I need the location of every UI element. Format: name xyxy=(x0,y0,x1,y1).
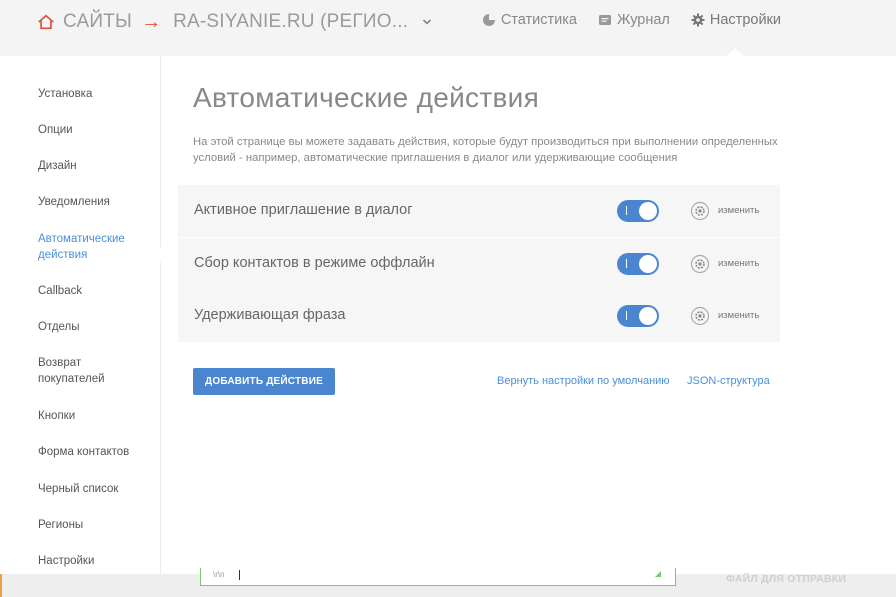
top-nav: Статистика Журнал Настройки xyxy=(461,12,781,28)
nav-journal-label: Журнал xyxy=(616,12,670,28)
chat-icon xyxy=(598,15,611,25)
edit-link[interactable]: изменить xyxy=(718,310,759,321)
toggle-knob xyxy=(639,255,657,273)
sites-link[interactable]: САЙТЫ xyxy=(63,11,132,33)
sidebar-item-design[interactable]: Дизайн xyxy=(38,158,148,174)
sidebar-item-buttons[interactable]: Кнопки xyxy=(38,408,148,424)
gear-icon[interactable] xyxy=(690,201,710,221)
edit-link[interactable]: изменить xyxy=(718,258,759,269)
sidebar-active-pointer xyxy=(153,247,161,263)
main-panel: Автоматические действия На этой странице… xyxy=(153,56,896,574)
page-title: Автоматические действия xyxy=(193,82,540,113)
nav-statistics[interactable]: Статистика xyxy=(482,12,577,28)
pie-chart-icon xyxy=(482,14,495,26)
nav-active-pointer xyxy=(726,48,744,56)
sidebar: Установка Опции Дизайн Уведомления Автом… xyxy=(0,56,161,574)
toggle-knob xyxy=(639,307,657,325)
sidebar-item-departments[interactable]: Отделы xyxy=(38,319,148,335)
add-action-button[interactable]: ДОБАВИТЬ ДЕЙСТВИЕ xyxy=(193,368,335,395)
chevron-down-icon[interactable] xyxy=(422,17,432,27)
edit-link[interactable]: изменить xyxy=(718,205,759,216)
nav-statistics-label: Статистика xyxy=(500,12,577,28)
sidebar-item-options[interactable]: Опции xyxy=(38,122,148,138)
toggle-knob xyxy=(639,202,657,220)
action-row: Удерживающая фраза изменить xyxy=(178,290,780,342)
sidebar-item-install[interactable]: Установка xyxy=(38,86,148,102)
reset-defaults-link[interactable]: Вернуть настройки по умолчанию xyxy=(497,375,670,387)
action-toggle[interactable] xyxy=(617,305,659,327)
action-row: Активное приглашение в диалог изменить xyxy=(178,185,780,237)
gear-icon[interactable] xyxy=(690,306,710,326)
sidebar-item-blacklist[interactable]: Черный список xyxy=(38,481,148,497)
nav-settings-label: Настройки xyxy=(709,12,781,28)
brand[interactable]: САЙТЫ → RA-SIYANIE.RU (РЕГИО... xyxy=(37,10,432,34)
toggle-on-mark xyxy=(626,259,627,268)
nav-settings[interactable]: Настройки xyxy=(691,12,781,28)
action-toggle[interactable] xyxy=(617,253,659,275)
json-structure-link[interactable]: JSON-структура xyxy=(687,375,770,387)
site-selector[interactable]: RA-SIYANIE.RU (РЕГИО... xyxy=(173,11,408,33)
action-label: Сбор контактов в режиме оффлайн xyxy=(194,255,435,271)
message-input[interactable]: \r\n xyxy=(200,568,676,586)
action-label: Активное приглашение в диалог xyxy=(194,202,413,218)
page-description: На этой странице вы можете задавать дейс… xyxy=(193,136,778,164)
home-icon[interactable] xyxy=(37,13,55,31)
resize-handle-icon[interactable] xyxy=(655,571,661,577)
sidebar-item-contact-form[interactable]: Форма контактов xyxy=(38,444,148,460)
toggle-on-mark xyxy=(626,311,627,320)
attach-file-button[interactable]: ФАЙЛ ДЛЯ ОТПРАВКИ xyxy=(726,573,846,585)
sidebar-item-regions[interactable]: Регионы xyxy=(38,517,148,533)
sidebar-item-notifications[interactable]: Уведомления xyxy=(38,194,148,210)
breadcrumb-arrow: → xyxy=(141,10,162,33)
sidebar-item-settings[interactable]: Настройки xyxy=(38,553,148,569)
sidebar-item-customer-return[interactable]: Возврат покупателей xyxy=(38,355,148,387)
action-label: Удерживающая фраза xyxy=(194,307,346,323)
toggle-on-mark xyxy=(626,206,627,215)
bottom-accent xyxy=(0,574,2,597)
message-input-value: \r\n xyxy=(213,570,225,579)
top-bar: САЙТЫ → RA-SIYANIE.RU (РЕГИО... Статисти… xyxy=(0,0,896,56)
gear-icon xyxy=(691,13,705,27)
nav-journal[interactable]: Журнал xyxy=(598,12,670,28)
action-toggle[interactable] xyxy=(617,200,659,222)
sidebar-item-callback[interactable]: Callback xyxy=(38,283,148,299)
gear-icon[interactable] xyxy=(690,254,710,274)
sidebar-item-auto-actions[interactable]: Автоматические действия xyxy=(38,231,148,263)
action-row: Сбор контактов в режиме оффлайн изменить xyxy=(178,238,780,290)
text-caret xyxy=(239,570,240,580)
